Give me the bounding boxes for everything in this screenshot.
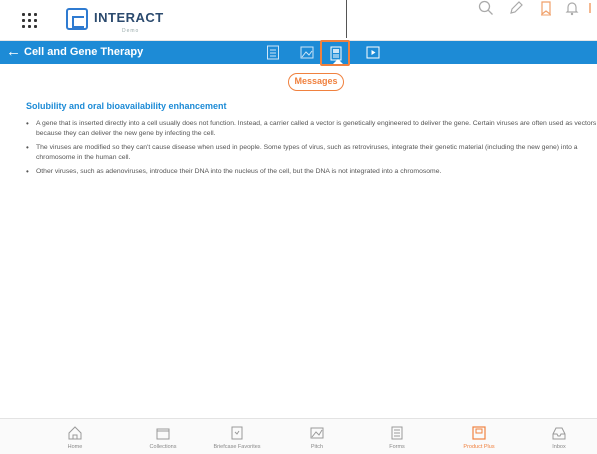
product-plus-icon xyxy=(472,426,486,440)
selected-tab-notch xyxy=(333,59,343,64)
briefcase-icon xyxy=(231,426,243,440)
nav-label: Product Plus xyxy=(463,444,495,450)
bell-icon[interactable] xyxy=(564,0,580,16)
search-icon[interactable] xyxy=(478,0,494,16)
messages-pill[interactable]: Messages xyxy=(288,73,344,91)
forms-icon xyxy=(391,426,403,440)
bullet-item: A gene that is inserted directly into a … xyxy=(26,119,597,138)
nav-label: Collections xyxy=(149,444,177,450)
bookmark-icon[interactable] xyxy=(538,0,554,16)
bullet-list: A gene that is inserted directly into a … xyxy=(26,119,597,177)
nav-label: Forms xyxy=(389,444,405,450)
nav-label: Inbox xyxy=(552,444,566,450)
nav-product-plus[interactable]: Product Plus xyxy=(444,425,514,454)
section-title: Solubility and oral bioavailability enha… xyxy=(26,101,227,111)
image-icon[interactable] xyxy=(300,45,314,60)
course-header-bar: ← Cell and Gene Therapy xyxy=(0,40,597,66)
nav-briefcase[interactable]: Briefcase Favorites xyxy=(202,425,272,454)
logo-text: INTERACT xyxy=(94,10,164,25)
document-icon[interactable] xyxy=(266,45,280,60)
inbox-icon xyxy=(552,427,566,440)
content-area: Solubility and oral bioavailability enha… xyxy=(26,101,597,182)
nav-pitch[interactable]: Pitch xyxy=(282,425,352,454)
bullet-item: Other viruses, such as adenoviruses, int… xyxy=(26,167,597,177)
nav-inbox[interactable]: Inbox xyxy=(524,425,594,454)
nav-label: Pitch xyxy=(310,444,324,450)
pencil-icon[interactable] xyxy=(508,0,524,16)
bottom-nav: Home Collections Briefcase Favorites Pit… xyxy=(0,418,597,454)
pointer-line xyxy=(346,0,347,38)
pitch-icon xyxy=(310,427,324,439)
logo-subtitle: Demo xyxy=(122,28,140,34)
logo-mark-icon xyxy=(66,8,88,30)
video-icon[interactable] xyxy=(366,45,380,60)
nav-collections[interactable]: Collections xyxy=(128,425,198,454)
top-app-bar: INTERACT Demo xyxy=(0,0,597,41)
nav-forms[interactable]: Forms xyxy=(362,425,432,454)
folder-icon xyxy=(156,428,170,440)
back-arrow-icon[interactable]: ← xyxy=(6,44,21,60)
apps-grid-icon[interactable] xyxy=(22,13,38,29)
nav-label: Briefcase Favorites xyxy=(213,444,261,450)
bullet-item: The viruses are modified so they can't c… xyxy=(26,143,597,162)
nav-home[interactable]: Home xyxy=(40,425,110,454)
home-icon xyxy=(68,426,82,440)
nav-label: Home xyxy=(67,444,83,450)
more-icon[interactable] xyxy=(587,0,597,16)
page-title: Cell and Gene Therapy xyxy=(24,46,144,58)
